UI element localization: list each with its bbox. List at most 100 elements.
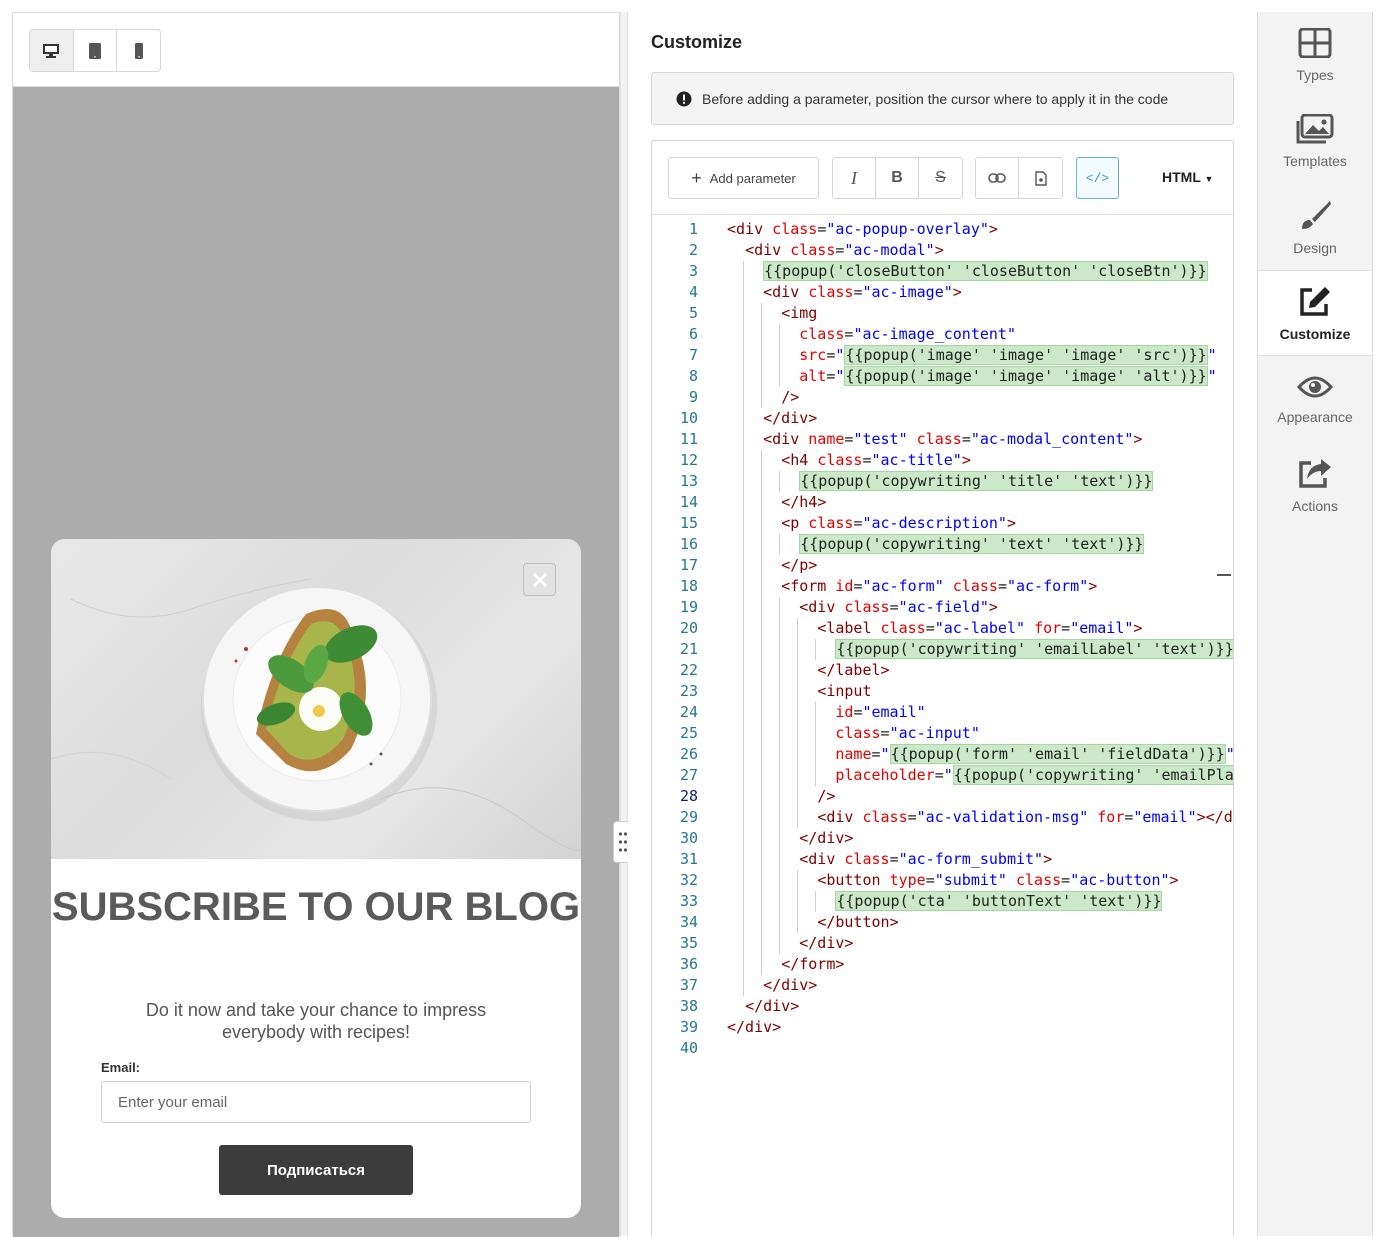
desktop-view-button[interactable]: [30, 30, 74, 71]
panel-splitter[interactable]: [620, 12, 628, 1236]
nav-item-appearance[interactable]: Appearance: [1258, 356, 1372, 442]
code-line[interactable]: 19 <div class="ac-field">: [652, 597, 1233, 618]
code-line[interactable]: 24 id="email": [652, 702, 1233, 723]
line-number: 11: [679, 430, 698, 448]
code-line[interactable]: 39 </div>: [652, 1017, 1233, 1038]
code-line[interactable]: 12 <h4 class="ac-title">: [652, 450, 1233, 471]
code-line[interactable]: 40: [652, 1038, 1233, 1059]
code-line[interactable]: 9 />: [652, 387, 1233, 408]
code-line[interactable]: 5 <img: [652, 303, 1233, 324]
popup-close-button[interactable]: [523, 563, 556, 596]
customize-panel: Customize Before adding a parameter, pos…: [628, 12, 1257, 1236]
info-banner: Before adding a parameter, position the …: [651, 72, 1234, 125]
format-group: I B S: [832, 157, 963, 199]
code-line[interactable]: 20 <label class="ac-label" for="email">: [652, 618, 1233, 639]
code-text: <div name="test" class="ac-modal_content…: [763, 430, 1143, 448]
email-input[interactable]: [101, 1081, 531, 1123]
nav-item-types[interactable]: Types: [1258, 12, 1372, 98]
code-line[interactable]: 34 </button>: [652, 912, 1233, 933]
line-number: 10: [679, 409, 698, 427]
add-parameter-button[interactable]: + Add parameter: [668, 157, 819, 199]
line-number: 4: [688, 283, 698, 301]
code-line[interactable]: 36 </form>: [652, 954, 1233, 975]
code-line[interactable]: 2 <div class="ac-modal">: [652, 240, 1233, 261]
code-line[interactable]: 22 </label>: [652, 660, 1233, 681]
code-line[interactable]: 4 <div class="ac-image">: [652, 282, 1233, 303]
link-button[interactable]: [976, 158, 1019, 198]
line-number: 22: [679, 661, 698, 679]
line-number: 32: [679, 871, 698, 889]
code-editor: + Add parameter I B S </> HTML ▼ 1 <div …: [651, 140, 1234, 1236]
mobile-icon: [134, 42, 143, 59]
subscribe-button[interactable]: Подписаться: [219, 1145, 413, 1195]
code-line[interactable]: 18 <form id="ac-form" class="ac-form">: [652, 576, 1233, 597]
code-line[interactable]: 23 <input: [652, 681, 1233, 702]
line-number: 2: [688, 241, 698, 259]
code-text: placeholder="{{popup('copywriting' 'emai…: [727, 765, 1233, 786]
code-text: alt="{{popup('image' 'image' 'image' 'al…: [799, 366, 1217, 386]
code-view-button[interactable]: </>: [1076, 157, 1119, 199]
code-line[interactable]: 29 <div class="ac-validation-msg" for="e…: [652, 807, 1233, 828]
code-line[interactable]: 8 alt="{{popup('image' 'image' 'image' '…: [652, 366, 1233, 387]
code-line[interactable]: 10 </div>: [652, 408, 1233, 429]
code-line[interactable]: 37 </div>: [652, 975, 1233, 996]
line-number: 18: [679, 577, 698, 595]
code-line[interactable]: 21 {{popup('copywriting' 'emailLabel' 't…: [652, 639, 1233, 660]
nav-item-actions[interactable]: Actions: [1258, 442, 1372, 528]
code-line[interactable]: 1 <div class="ac-popup-overlay">: [652, 219, 1233, 240]
code-line[interactable]: 28 />: [652, 786, 1233, 807]
line-number: 35: [679, 934, 698, 952]
desktop-icon: [43, 43, 60, 58]
code-area[interactable]: 1 <div class="ac-popup-overlay"> 2 <div cl…: [652, 216, 1233, 1236]
editor-toolbar: + Add parameter I B S </> HTML ▼: [652, 141, 1233, 215]
code-text: </div>: [799, 934, 854, 952]
strikethrough-button[interactable]: S: [919, 158, 962, 198]
nav-item-design[interactable]: Design: [1258, 184, 1372, 270]
code-line[interactable]: 17 </p>: [652, 555, 1233, 576]
panel-title: Customize: [651, 32, 743, 52]
nav-item-customize[interactable]: Customize: [1258, 270, 1372, 356]
code-line[interactable]: 38 </div>: [652, 996, 1233, 1017]
popup-image: [51, 539, 581, 859]
nav-label: Types: [1296, 66, 1334, 83]
italic-button[interactable]: I: [833, 158, 876, 198]
code-line[interactable]: 25 class="ac-input": [652, 723, 1233, 744]
mobile-view-button[interactable]: [117, 30, 160, 71]
code-line[interactable]: 30 </div>: [652, 828, 1233, 849]
code-line[interactable]: 14 </h4>: [652, 492, 1233, 513]
code-line[interactable]: 15 <p class="ac-description">: [652, 513, 1233, 534]
drag-handle-icon: [618, 832, 628, 852]
plus-icon: +: [691, 167, 702, 188]
code-line[interactable]: 7 src="{{popup('image' 'image' 'image' '…: [652, 345, 1233, 366]
code-line[interactable]: 16 {{popup('copywriting' 'text' 'text')}…: [652, 534, 1233, 555]
code-line[interactable]: 13 {{popup('copywriting' 'title' 'text')…: [652, 471, 1233, 492]
code-line[interactable]: 33 {{popup('cta' 'buttonText' 'text')}}: [652, 891, 1233, 912]
file-button[interactable]: [1019, 158, 1062, 198]
link-icon: [988, 173, 1006, 183]
line-number: 1: [688, 220, 698, 238]
code-line[interactable]: 27 placeholder="{{popup('copywriting' 'e…: [652, 765, 1233, 786]
bold-button[interactable]: B: [876, 158, 919, 198]
code-text: {{popup('cta' 'buttonText' 'text')}}: [835, 891, 1163, 911]
code-line[interactable]: 31 <div class="ac-form_submit">: [652, 849, 1233, 870]
code-text: </div>: [745, 997, 800, 1015]
nav-item-templates[interactable]: Templates: [1258, 98, 1372, 184]
code-text: </div>: [763, 976, 818, 994]
code-text: {{popup('copywriting' 'text' 'text')}}: [799, 534, 1145, 554]
code-text: <div class="ac-popup-overlay">: [727, 220, 998, 238]
line-number: 27: [679, 766, 698, 784]
code-line[interactable]: 6 class="ac-image_content": [652, 324, 1233, 345]
code-line[interactable]: 3 {{popup('closeButton' 'closeButton' 'c…: [652, 261, 1233, 282]
tablet-view-button[interactable]: [73, 30, 118, 71]
code-text: <div class="ac-validation-msg" for="emai…: [817, 808, 1233, 826]
code-line[interactable]: 35 </div>: [652, 933, 1233, 954]
language-select[interactable]: HTML ▼: [1162, 169, 1213, 185]
preview-canvas: SUBSCRIBE TO OUR BLOG Do it now and take…: [13, 87, 619, 1237]
code-text: <img: [781, 304, 818, 322]
code-line[interactable]: 32 <button type="submit" class="ac-butto…: [652, 870, 1233, 891]
line-number: 14: [679, 493, 698, 511]
code-line[interactable]: 11 <div name="test" class="ac-modal_cont…: [652, 429, 1233, 450]
device-switcher: [29, 29, 161, 72]
code-line[interactable]: 26 name="{{popup('form' 'email' 'fieldDa…: [652, 744, 1233, 765]
food-plate-image: [51, 578, 581, 851]
